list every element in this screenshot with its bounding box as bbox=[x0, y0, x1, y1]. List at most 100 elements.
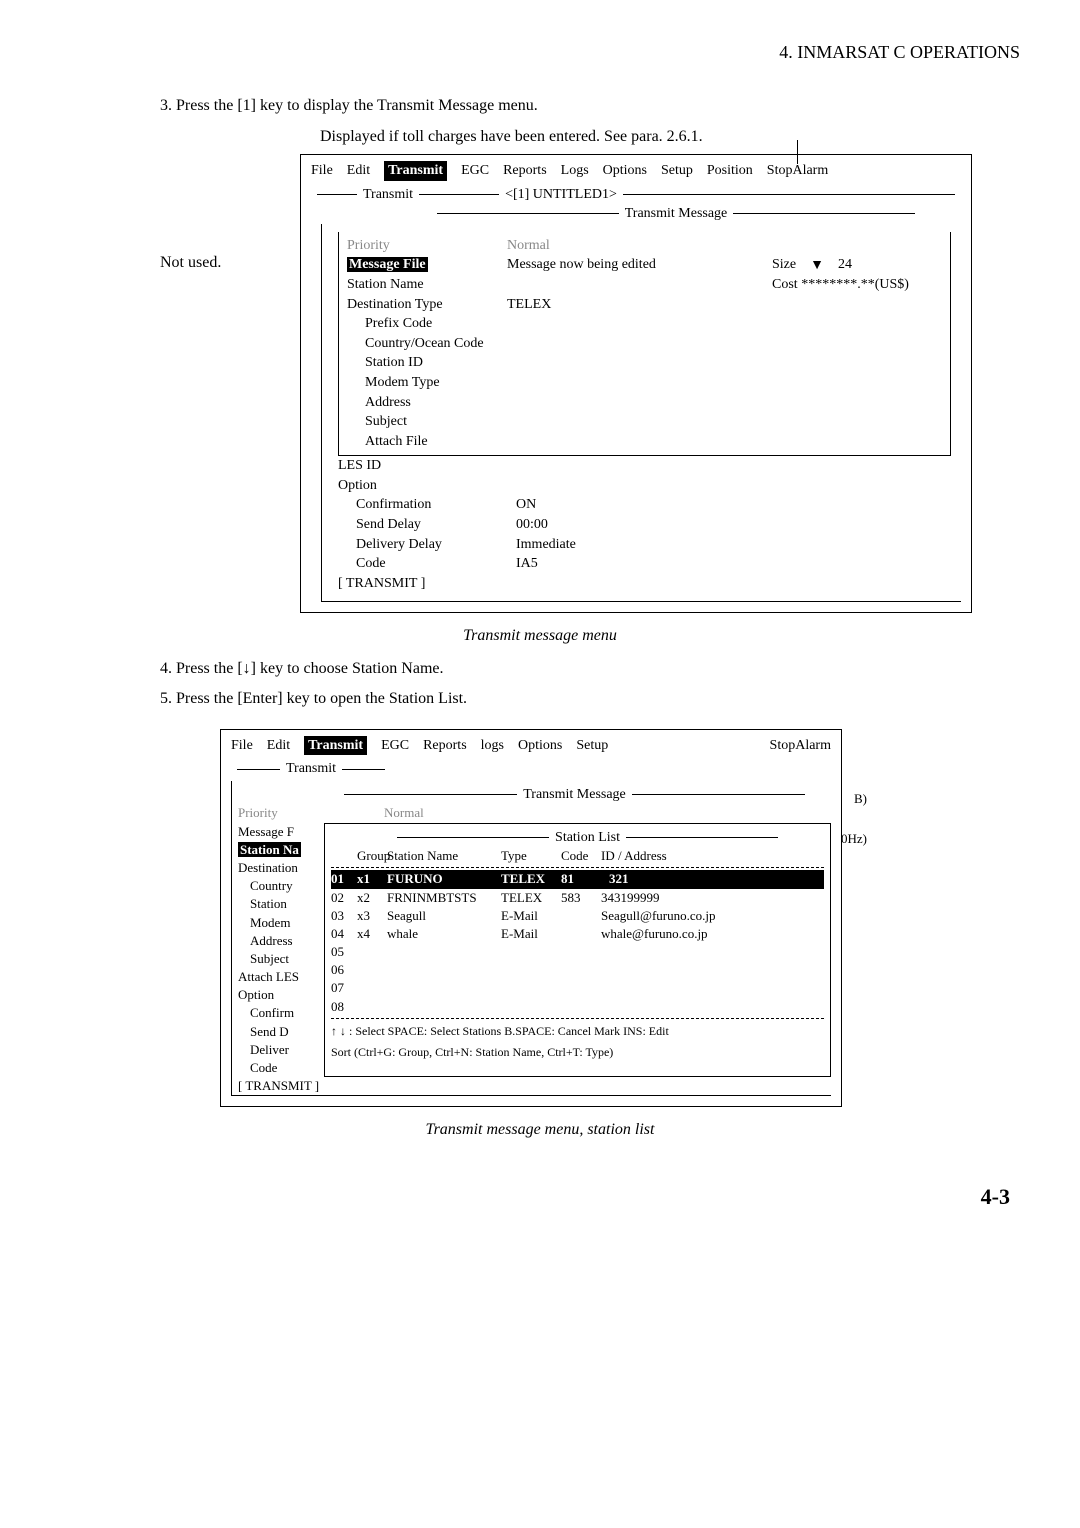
col-code: Code bbox=[561, 847, 597, 865]
modem-type-label[interactable]: Modem Type bbox=[347, 373, 525, 393]
delivery-delay-value: Immediate bbox=[516, 535, 951, 555]
station-row[interactable]: 05 bbox=[331, 943, 824, 961]
subject-label[interactable]: Subject bbox=[347, 412, 525, 432]
menu-options[interactable]: Options bbox=[518, 736, 562, 756]
col-group: Group bbox=[357, 847, 383, 865]
attach-file-label[interactable]: Attach File bbox=[347, 432, 525, 452]
step-5: 5. Press the [Enter] key to open the Sta… bbox=[160, 688, 980, 710]
priority-value: Normal bbox=[507, 236, 942, 256]
priority-label: Priority bbox=[347, 236, 507, 256]
step-3: 3. Press the [1] key to display the Tran… bbox=[160, 95, 980, 117]
menu-egc[interactable]: EGC bbox=[461, 161, 489, 181]
code-value: IA5 bbox=[516, 554, 951, 574]
subject-label: Subject bbox=[238, 950, 324, 968]
transmit-button[interactable]: [ TRANSMIT ] bbox=[338, 574, 425, 594]
caption-figure-1: Transmit message menu bbox=[60, 625, 1020, 647]
transmit-title: Transmit <[1] UNTITLED1> bbox=[311, 185, 961, 205]
station-id-label[interactable]: Station ID bbox=[347, 353, 525, 373]
figure-transmit-menu: File Edit Transmit EGC Reports Logs Opti… bbox=[300, 154, 972, 613]
message-file-label[interactable]: Message File bbox=[347, 257, 428, 272]
annotation-not-used: Not used. bbox=[160, 252, 221, 274]
priority-value: Normal bbox=[384, 804, 424, 822]
menu-options[interactable]: Options bbox=[603, 161, 647, 181]
send-delay-label[interactable]: Send Delay bbox=[338, 515, 516, 535]
cost-label: Cost bbox=[772, 277, 798, 292]
menu-position[interactable]: Position bbox=[707, 161, 753, 181]
station-row[interactable]: 04 x4 whale E-Mail whale@furuno.co.jp bbox=[331, 925, 824, 943]
confirm-label: Confirm bbox=[238, 1004, 324, 1022]
menu-reports[interactable]: Reports bbox=[423, 736, 467, 756]
transmit-label: Transmit bbox=[286, 759, 336, 779]
arrow-down-icon: ▼ bbox=[810, 256, 824, 276]
country-label: Country bbox=[238, 877, 324, 895]
menu-file[interactable]: File bbox=[311, 161, 333, 181]
address-label[interactable]: Address bbox=[347, 393, 525, 413]
menubar: File Edit Transmit EGC Reports Logs Opti… bbox=[311, 161, 961, 181]
transmit-message-label: Transmit Message bbox=[625, 204, 728, 224]
confirmation-value: ON bbox=[516, 495, 951, 515]
send-d-label: Send D bbox=[238, 1023, 324, 1041]
menu-transmit[interactable]: Transmit bbox=[304, 736, 367, 756]
option-label: Option bbox=[238, 986, 324, 1004]
country-ocean-label[interactable]: Country/Ocean Code bbox=[347, 334, 565, 354]
station-row[interactable]: 03 x3 Seagull E-Mail Seagull@furuno.co.j… bbox=[331, 907, 824, 925]
col-station-name: Station Name bbox=[387, 847, 497, 865]
cost-value: ********.**(US$) bbox=[801, 277, 909, 292]
toll-note: Displayed if toll charges have been ente… bbox=[320, 126, 1020, 148]
code-label[interactable]: Code bbox=[338, 554, 516, 574]
transmit-message-title-2: Transmit Message bbox=[338, 785, 811, 805]
station-hint-2: Sort (Ctrl+G: Group, Ctrl+N: Station Nam… bbox=[331, 1044, 824, 1061]
deliver-label: Deliver bbox=[238, 1041, 324, 1059]
station-na-label[interactable]: Station Na bbox=[238, 842, 301, 857]
station-label: Station bbox=[238, 895, 324, 913]
station-hint-1: ↑ ↓ : Select SPACE: Select Stations B.SP… bbox=[331, 1023, 824, 1040]
station-list-box: Station List Group Station Name Type Cod… bbox=[324, 823, 831, 1078]
destination-type-label[interactable]: Destination Type bbox=[347, 295, 507, 315]
station-row[interactable]: 08 bbox=[331, 998, 824, 1016]
menu-setup[interactable]: Setup bbox=[576, 736, 608, 756]
station-list-header: Group Station Name Type Code ID / Addres… bbox=[331, 847, 824, 865]
menu-stopalarm[interactable]: StopAlarm bbox=[767, 161, 828, 181]
untitled-label: <[1] UNTITLED1> bbox=[505, 185, 617, 205]
menu-edit[interactable]: Edit bbox=[347, 161, 370, 181]
station-row[interactable]: 02 x2 FRNINMBTSTS TELEX 583 343199999 bbox=[331, 889, 824, 907]
station-row[interactable]: 06 bbox=[331, 961, 824, 979]
transmit-button[interactable]: [ TRANSMIT ] bbox=[238, 1077, 831, 1095]
station-list-label: Station List bbox=[555, 828, 620, 848]
menu-file[interactable]: File bbox=[231, 736, 253, 756]
menu-stopalarm[interactable]: StopAlarm bbox=[770, 736, 831, 756]
step-4: 4. Press the [↓] key to choose Station N… bbox=[160, 658, 980, 680]
menu-reports[interactable]: Reports bbox=[503, 161, 547, 181]
size-value: 24 bbox=[838, 257, 852, 272]
menu-logs[interactable]: logs bbox=[481, 736, 504, 756]
col-type: Type bbox=[501, 847, 557, 865]
side-hz-label: 0Hz) bbox=[841, 830, 867, 848]
station-row[interactable]: 07 bbox=[331, 979, 824, 997]
address-label: Address bbox=[238, 932, 324, 950]
attach-les-label: Attach LES bbox=[238, 968, 324, 986]
message-f-label: Message F bbox=[238, 823, 324, 841]
modem-label: Modem bbox=[238, 914, 324, 932]
code-label: Code bbox=[238, 1059, 324, 1077]
station-name-label[interactable]: Station Name bbox=[347, 275, 507, 295]
option-label[interactable]: Option bbox=[338, 476, 498, 496]
page-header: 4. INMARSAT C OPERATIONS bbox=[60, 40, 1020, 65]
transmit-message-label: Transmit Message bbox=[523, 785, 626, 805]
side-b-label: B) bbox=[854, 790, 867, 808]
menu-setup[interactable]: Setup bbox=[661, 161, 693, 181]
prefix-code-label[interactable]: Prefix Code bbox=[347, 314, 525, 334]
destination-label: Destination bbox=[238, 859, 324, 877]
message-file-value: Message now being edited bbox=[507, 255, 772, 275]
menu-egc[interactable]: EGC bbox=[381, 736, 409, 756]
menu-edit[interactable]: Edit bbox=[267, 736, 290, 756]
menu-transmit[interactable]: Transmit bbox=[384, 161, 447, 181]
menu-logs[interactable]: Logs bbox=[561, 161, 589, 181]
station-row[interactable]: 01 x1 FURUNO TELEX 81 321 bbox=[331, 870, 824, 888]
transmit-message-title: Transmit Message bbox=[431, 204, 921, 224]
confirmation-label[interactable]: Confirmation bbox=[338, 495, 516, 515]
delivery-delay-label[interactable]: Delivery Delay bbox=[338, 535, 516, 555]
send-delay-value: 00:00 bbox=[516, 515, 951, 535]
les-id-label[interactable]: LES ID bbox=[338, 456, 498, 476]
size-label: Size bbox=[772, 257, 796, 272]
col-address: ID / Address bbox=[601, 847, 824, 865]
